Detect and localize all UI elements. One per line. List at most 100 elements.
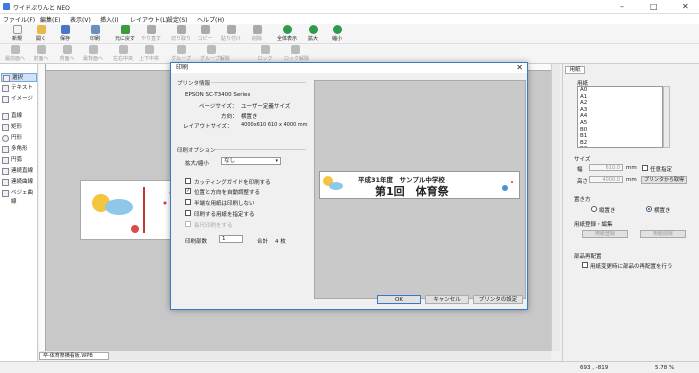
tool-polyline[interactable]: 連続直線	[1, 167, 37, 176]
zoom-out-button[interactable]: 縮小	[326, 24, 348, 44]
paste-button[interactable]: 貼り付け	[220, 24, 242, 44]
relayout-checkbox[interactable]	[582, 262, 588, 268]
tool-select[interactable]: 選択	[1, 73, 37, 82]
list-item[interactable]: A3	[578, 107, 662, 114]
preview-line-2: 第1回 体育祭	[375, 185, 449, 198]
list-item[interactable]: A1	[578, 94, 662, 101]
menu-view[interactable]: 表示(V)	[70, 15, 91, 24]
group-button[interactable]: グループ	[170, 44, 192, 64]
ok-button[interactable]: OK	[377, 295, 421, 304]
new-file-icon	[12, 25, 22, 34]
portrait-label: 縦置き	[599, 208, 616, 214]
menu-file[interactable]: ファイル(F)	[3, 15, 35, 24]
tool-polygon[interactable]: 多角形	[1, 145, 37, 154]
save-button[interactable]: 保存	[54, 24, 76, 44]
delete-icon	[252, 25, 262, 34]
list-item[interactable]: B3	[578, 146, 662, 147]
tool-line[interactable]: 直線	[1, 112, 37, 121]
tool-bezier[interactable]: ベジェ曲線	[1, 189, 37, 205]
paper-delete-button[interactable]: 用紙削除	[640, 230, 686, 238]
print-button[interactable]: 印刷	[84, 24, 106, 44]
lock-button[interactable]: ロック	[254, 44, 276, 64]
delete-button[interactable]: 削除	[246, 24, 268, 44]
send-backward-button[interactable]: 背面へ	[56, 44, 78, 64]
custom-size-label: 任意指定	[650, 167, 673, 173]
tool-text[interactable]: テキスト	[1, 84, 37, 93]
landscape-label: 横置き	[654, 208, 671, 214]
bring-forward-button[interactable]: 前面へ	[30, 44, 52, 64]
tab-paper[interactable]: 用紙	[565, 66, 585, 74]
layout-size-label: レイアウトサイズ：	[183, 124, 233, 130]
unlock-button[interactable]: ロック解除	[284, 44, 309, 64]
zoom-level[interactable]: 5.78 %	[655, 365, 674, 371]
auto-adjust-checkbox[interactable]: ✓	[185, 188, 191, 194]
paper-list-scrollbar[interactable]	[663, 86, 670, 148]
tool-arc[interactable]: 円弧	[1, 156, 37, 165]
ungroup-button[interactable]: グループ解除	[200, 44, 230, 64]
image-icon	[2, 96, 9, 103]
list-item[interactable]: A5	[578, 120, 662, 127]
bring-to-front-button[interactable]: 最前面へ	[4, 44, 26, 64]
long-print-checkbox[interactable]	[185, 221, 191, 227]
polyline-icon	[2, 168, 9, 175]
open-button[interactable]: 開く	[30, 24, 52, 44]
fit-view-button[interactable]: 全体表示	[276, 24, 298, 44]
menu-settings[interactable]: 設定(S)	[167, 15, 188, 24]
tool-rectangle[interactable]: 矩形	[1, 123, 37, 132]
get-from-printer-button[interactable]: プリンタから取得	[641, 176, 687, 184]
long-print-label: 長尺印刷をする	[194, 223, 233, 229]
list-item[interactable]: A4	[578, 113, 662, 120]
redo-button[interactable]: やり直す	[140, 24, 162, 44]
center-horizontal-button[interactable]: 左右中央	[112, 44, 134, 64]
width-field[interactable]: 610.0	[589, 164, 623, 171]
list-item[interactable]: B0	[578, 127, 662, 134]
paper-register-button[interactable]: 用紙登録	[582, 230, 628, 238]
relayout-label: 部品再配置	[574, 254, 602, 260]
document-tab[interactable]: 卒-体育祭横看板.WPB	[39, 352, 109, 360]
landscape-radio[interactable]	[646, 206, 652, 212]
cancel-button[interactable]: キャンセル	[425, 295, 469, 304]
dialog-title-bar: 印刷	[171, 63, 527, 73]
vertical-scrollbar[interactable]	[551, 64, 560, 351]
height-field[interactable]: 4000.0	[589, 176, 623, 183]
printer-settings-button[interactable]: プリンタの設定	[473, 295, 523, 304]
menu-layout[interactable]: レイアウト(L)	[130, 15, 168, 24]
scale-select[interactable]: なし ▾	[221, 157, 281, 165]
copies-stepper[interactable]: 1	[219, 235, 243, 243]
horizontal-scrollbar[interactable]	[39, 351, 551, 360]
specify-paper-checkbox[interactable]	[185, 210, 191, 216]
cut-button[interactable]: 切り取り	[170, 24, 192, 44]
new-button[interactable]: 新規	[6, 24, 28, 44]
skip-partial-checkbox[interactable]	[185, 199, 191, 205]
send-to-back-button[interactable]: 最背面へ	[82, 44, 104, 64]
cutting-guide-checkbox[interactable]	[185, 178, 191, 184]
list-item[interactable]: B2	[578, 140, 662, 147]
tool-image[interactable]: イメージ	[1, 95, 37, 104]
close-icon[interactable]: ✕	[682, 2, 689, 11]
width-unit: mm	[626, 165, 637, 171]
list-item[interactable]: A2	[578, 100, 662, 107]
paper-registration-label: 用紙登録・編集	[574, 222, 613, 228]
layout-size-value: 4000x610 610 x 4000 mm	[241, 122, 308, 128]
dialog-close-icon[interactable]: ✕	[516, 63, 523, 73]
custom-size-checkbox[interactable]	[642, 165, 648, 171]
paper-list[interactable]: A0 A1 A2 A3 A4 A5 B0 B1 B2 B3	[577, 86, 663, 148]
tool-curve[interactable]: 連続曲線	[1, 178, 37, 187]
undo-button[interactable]: 元に戻す	[114, 24, 136, 44]
copy-icon	[200, 25, 210, 34]
portrait-radio[interactable]	[591, 206, 597, 212]
menu-edit[interactable]: 編集(E)	[40, 15, 60, 24]
specify-paper-label: 印刷する用紙を指定する	[194, 212, 255, 218]
menu-insert[interactable]: 挿入(I)	[100, 15, 118, 24]
tool-ellipse[interactable]: 円形	[1, 134, 37, 143]
zoom-in-button[interactable]: 拡大	[302, 24, 324, 44]
list-item[interactable]: A0	[578, 87, 662, 94]
center-vertical-button[interactable]: 上下中央	[138, 44, 160, 64]
list-item[interactable]: B1	[578, 133, 662, 140]
copy-button[interactable]: コピー	[194, 24, 216, 44]
menu-help[interactable]: ヘルプ(H)	[197, 15, 224, 24]
cursor-icon	[3, 75, 10, 82]
minimize-icon[interactable]: –	[620, 2, 624, 11]
maximize-icon[interactable]: □	[650, 2, 658, 11]
direction-label: 方向：	[221, 114, 238, 120]
